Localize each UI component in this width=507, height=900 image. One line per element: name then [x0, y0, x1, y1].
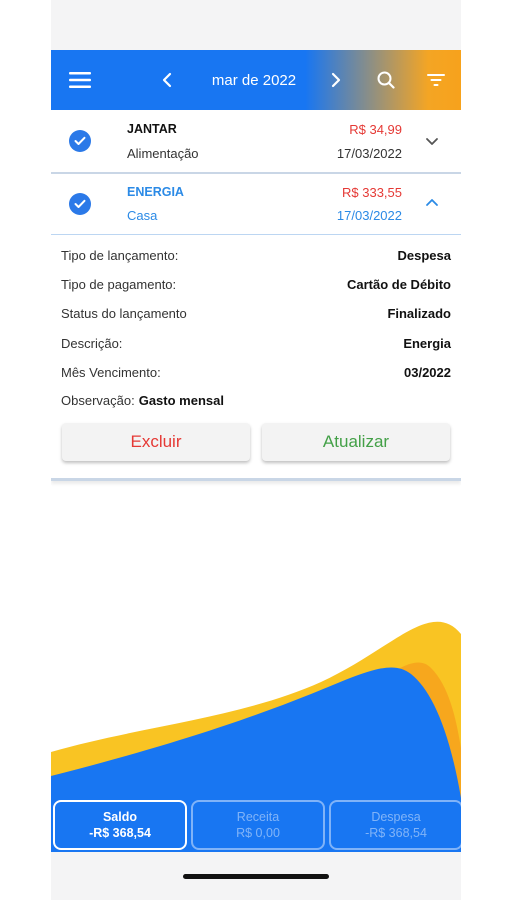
chevron-left-icon[interactable]: [155, 50, 179, 110]
detail-row: Tipo de pagamento: Cartão de Débito: [61, 274, 451, 294]
list-item[interactable]: JANTAR Alimentação R$ 34,99 17/03/2022: [51, 110, 461, 174]
entry-date: 17/03/2022: [336, 208, 402, 223]
search-icon[interactable]: [373, 50, 399, 110]
menu-icon[interactable]: [65, 50, 95, 110]
check-circle-icon[interactable]: [69, 193, 91, 215]
observation-value: Gasto mensal: [138, 392, 224, 408]
tab-label: Receita: [236, 810, 280, 824]
detail-value: Finalizado: [387, 305, 451, 321]
status-bar: [51, 0, 461, 50]
chevron-right-icon[interactable]: [324, 50, 348, 110]
entry-title: JANTAR: [127, 122, 177, 136]
tab-value: R$ 0,00: [236, 826, 280, 840]
app-bar: mar de 2022: [51, 50, 461, 110]
detail-label: Descrição:: [61, 335, 123, 351]
detail-row: Tipo de lançamento: Despesa: [61, 245, 451, 265]
entry-amount: R$ 333,55: [342, 185, 402, 200]
home-indicator: [183, 874, 329, 879]
tab-value: -R$ 368,54: [365, 826, 427, 840]
chevron-down-icon[interactable]: [423, 132, 441, 150]
app-screen: mar de 2022 JANTAR Alimentação R$ 34,99 …: [51, 0, 461, 900]
tab-despesa[interactable]: Despesa -R$ 368,54: [329, 800, 461, 850]
entry-date: 17/03/2022: [336, 146, 402, 161]
observation-row: Observação: Gasto mensal: [61, 390, 451, 410]
detail-row: Mês Vencimento: 03/2022: [61, 362, 451, 382]
tab-label: Saldo: [102, 810, 138, 824]
chevron-up-icon[interactable]: [423, 194, 441, 212]
tab-value: -R$ 368,54: [89, 826, 151, 840]
check-circle-icon[interactable]: [69, 130, 91, 152]
detail-value: 03/2022: [404, 364, 451, 380]
detail-label: Mês Vencimento:: [61, 364, 161, 380]
entry-category: Alimentação: [127, 146, 199, 161]
update-button[interactable]: Atualizar: [262, 423, 450, 461]
entry-amount: R$ 34,99: [349, 122, 402, 137]
detail-value: Cartão de Débito: [346, 276, 451, 292]
tab-saldo[interactable]: Saldo -R$ 368,54: [53, 800, 187, 850]
delete-button[interactable]: Excluir: [62, 423, 250, 461]
filter-icon[interactable]: [423, 50, 449, 110]
observation-label: Observação:: [61, 392, 135, 408]
month-selector[interactable]: mar de 2022: [199, 50, 309, 110]
list-item-expanded[interactable]: ENERGIA Casa R$ 333,55 17/03/2022: [51, 174, 461, 235]
detail-value: Despesa: [397, 247, 451, 263]
summary-tabs: Saldo -R$ 368,54 Receita R$ 0,00 Despesa…: [51, 796, 461, 852]
detail-label: Tipo de pagamento:: [61, 276, 177, 292]
tab-receita[interactable]: Receita R$ 0,00: [191, 800, 325, 850]
detail-row: Descrição: Energia: [61, 333, 451, 353]
detail-value: Energia: [403, 335, 451, 351]
detail-label: Status do lançamento: [61, 305, 187, 321]
tab-label: Despesa: [371, 810, 421, 824]
detail-row: Status do lançamento Finalizado: [61, 303, 451, 323]
entry-title: ENERGIA: [127, 185, 184, 199]
detail-label: Tipo de lançamento:: [61, 247, 179, 263]
entry-category: Casa: [127, 208, 158, 223]
